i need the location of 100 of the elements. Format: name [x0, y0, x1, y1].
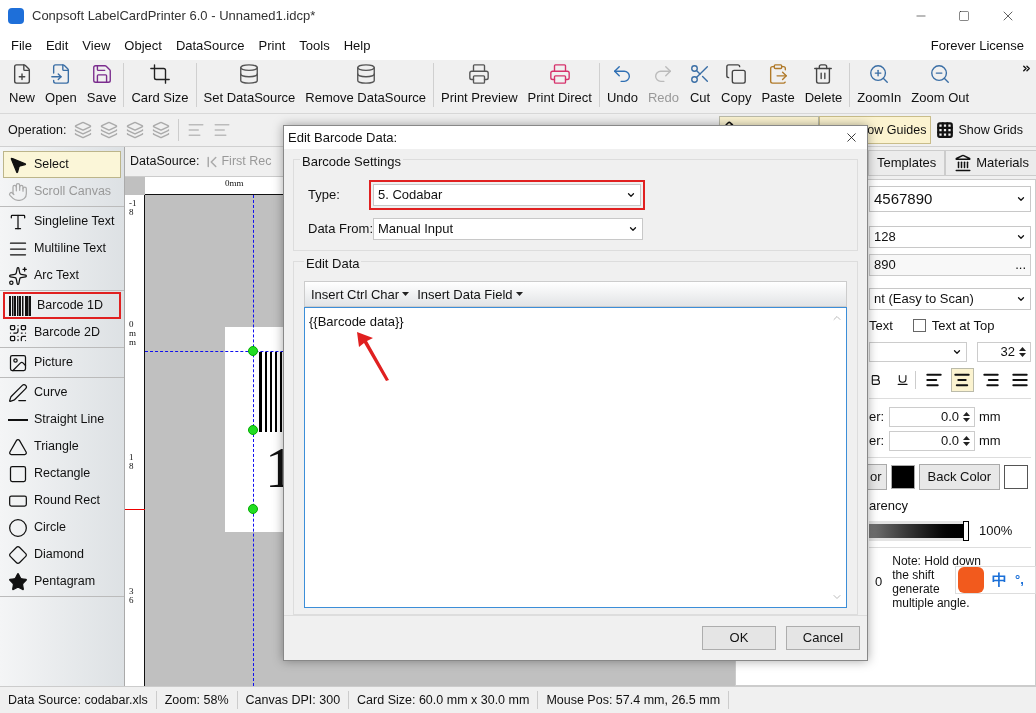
data-from-dropdown[interactable]: Manual Input [373, 217, 643, 240]
menu-item[interactable]: Help [336, 36, 378, 56]
toolbar-button[interactable]: Open [40, 62, 82, 107]
toolbar-button[interactable]: Save [81, 62, 122, 107]
window-title: Conpsoft LabelCardPrinter 6.0 - Unnamed1.idcp* [32, 7, 316, 26]
spin-down-icon[interactable] [963, 417, 970, 422]
panel-tab[interactable]: Materials [945, 150, 1036, 176]
toolbar-button[interactable]: Zoom Out [906, 62, 975, 107]
new-file-icon [11, 62, 33, 85]
tool-item[interactable]: Curve [3, 379, 121, 406]
note-text: multiple angle. [892, 596, 970, 610]
type-dropdown[interactable]: 5. Codabar [373, 183, 641, 206]
tool-item[interactable]: Picture [3, 349, 121, 376]
copy-icon [725, 62, 748, 85]
toolbar-button[interactable]: Cut [684, 62, 717, 107]
crop-icon [149, 62, 171, 85]
diamond-icon [8, 544, 28, 565]
menu-item[interactable]: File [4, 36, 39, 56]
tool-item[interactable]: Barcode 2D [3, 319, 121, 346]
align-button[interactable] [951, 367, 974, 392]
color-swatch[interactable] [890, 464, 915, 489]
spin-up-icon[interactable] [1019, 346, 1026, 351]
unit-label: mm [979, 431, 1001, 450]
ime-widget[interactable]: 中 °, [955, 566, 1036, 594]
font-size-spinner[interactable]: 32 [977, 341, 1031, 362]
menu-item[interactable]: View [75, 36, 118, 56]
rectangle-icon [8, 463, 28, 484]
overflow-chevron-icon[interactable] [1021, 63, 1032, 74]
note-text: the shift [892, 568, 935, 582]
database-icon [354, 62, 377, 85]
data-combo[interactable]: 4567890 [869, 186, 1031, 212]
printer-icon [548, 62, 571, 85]
maximize-icon[interactable] [958, 10, 970, 22]
menu-item[interactable]: Print [251, 36, 293, 56]
qr-code-icon [8, 322, 28, 343]
dialog-button[interactable]: Cancel [786, 625, 860, 650]
tool-item[interactable]: Rectangle [3, 460, 121, 487]
tool-item[interactable]: Round Rect [3, 487, 121, 514]
caret-icon [1016, 232, 1026, 242]
insert-menu-button[interactable]: Insert Ctrl Char [311, 284, 410, 305]
type-combo[interactable]: 128 [869, 226, 1031, 248]
menu-item[interactable]: Edit [38, 36, 76, 56]
toolbar-button[interactable]: Print Direct [522, 62, 597, 107]
offset-spinner[interactable]: 0.0 [889, 406, 975, 427]
selection-handle[interactable] [248, 346, 258, 356]
status-item: Mouse Pos: 57.4 mm, 26.5 mm [538, 690, 730, 710]
tool-item[interactable]: Triangle [3, 433, 121, 460]
data-field[interactable]: 890 ... [869, 254, 1031, 276]
toolbar-button[interactable]: Remove DataSource [300, 62, 431, 107]
tool-item[interactable]: Straight Line [3, 406, 121, 433]
data-text: {{Barcode data}} [309, 314, 404, 330]
status-item: Zoom: 58% [156, 690, 238, 710]
tool-item[interactable]: Arc Text [3, 262, 121, 289]
toolbar-button[interactable]: Delete [799, 62, 848, 107]
menu-item[interactable]: Object [117, 36, 169, 56]
tool-item[interactable]: Barcode 1D [3, 292, 121, 319]
tool-item[interactable]: Multiline Text [3, 235, 121, 262]
toolbar-button[interactable]: Print Preview [436, 62, 523, 107]
caret-icon [1016, 194, 1026, 204]
color-swatch[interactable] [1004, 464, 1029, 489]
spin-down-icon[interactable] [963, 441, 970, 446]
slider-thumb[interactable] [963, 521, 969, 541]
tool-item[interactable]: Select [3, 151, 121, 178]
datasource-label: DataSource: [130, 153, 200, 171]
offset-spinner[interactable]: 0.0 [889, 430, 975, 451]
caret-icon [515, 292, 523, 297]
toolbar-button[interactable]: New [4, 62, 40, 107]
tool-item[interactable]: Diamond [3, 541, 121, 568]
dialog-title: Edit Barcode Data: [288, 128, 398, 147]
toolbar-button[interactable]: Card Size [126, 62, 194, 107]
dialog-button[interactable]: OK [702, 625, 776, 650]
tool-item[interactable]: Pentagram [3, 568, 121, 595]
panel-tab[interactable]: Templates [868, 150, 946, 176]
toolbar-button[interactable]: Set DataSource [198, 62, 301, 107]
toolbar-button[interactable]: ZoomIn [852, 62, 907, 107]
back-color-button[interactable]: Back Color [918, 463, 1001, 490]
selection-handle[interactable] [248, 425, 258, 435]
toolbar-button[interactable]: Paste [756, 62, 800, 107]
spin-down-icon[interactable] [1019, 352, 1026, 357]
underline-icon[interactable] [896, 372, 910, 387]
tool-item[interactable]: Singleline Text [3, 208, 121, 235]
mode-combo[interactable]: nt (Easy to Scan) [869, 288, 1031, 310]
insert-menu-button[interactable]: Insert Data Field [417, 284, 523, 305]
toolbar-button[interactable]: Copy [716, 62, 757, 107]
selection-handle[interactable] [248, 504, 258, 514]
spin-up-icon[interactable] [963, 411, 970, 416]
menu-item[interactable]: DataSource [168, 36, 252, 56]
menu-item[interactable]: Tools [292, 36, 337, 56]
spin-up-icon[interactable] [963, 435, 970, 440]
s-logo-icon [958, 567, 984, 593]
trash-icon [812, 62, 835, 85]
data-from-label: Data From: [307, 220, 374, 239]
caret-icon [1016, 294, 1026, 304]
save-icon [90, 62, 113, 85]
view-toggle[interactable]: Show Grids [931, 116, 1028, 144]
toolbar-button[interactable]: Undo [601, 62, 643, 107]
tool-item[interactable]: Circle [3, 514, 121, 541]
picture-icon [8, 352, 28, 373]
text-at-top-checkbox[interactable]: Text at Top [912, 316, 995, 336]
offset-label: er: [869, 407, 885, 426]
